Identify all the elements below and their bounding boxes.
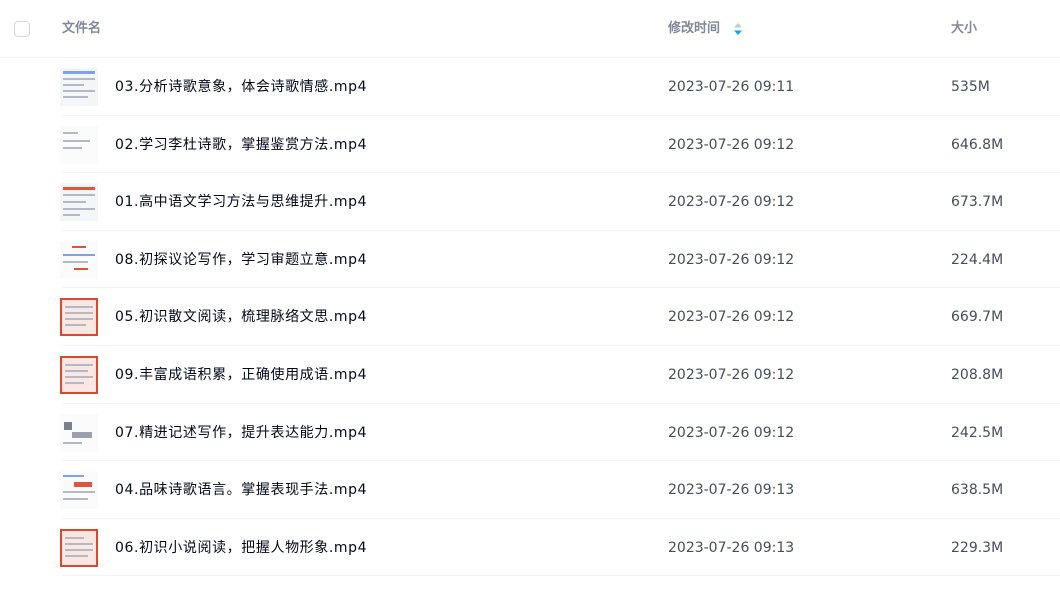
select-all-checkbox[interactable] — [14, 21, 30, 37]
video-thumbnail — [60, 355, 98, 394]
video-thumbnail — [60, 68, 98, 106]
file-modified-time: 2023-07-26 09:12 — [668, 424, 795, 441]
file-modified-time: 2023-07-26 09:12 — [668, 251, 795, 268]
file-row[interactable]: 07.精进记述写作，提升表达能力.mp4 2023-07-26 09:12 24… — [0, 404, 1060, 462]
file-list: 03.分析诗歌意象，体会诗歌情感.mp4 2023-07-26 09:11 53… — [0, 58, 1060, 576]
sort-toggle-icon[interactable] — [733, 22, 743, 36]
file-modified-time: 2023-07-26 09:12 — [668, 309, 795, 326]
column-header-modified-time[interactable]: 修改时间 — [668, 20, 720, 38]
file-name[interactable]: 05.初识散文阅读，梳理脉络文思.mp4 — [115, 308, 367, 326]
file-size: 229.3M — [951, 539, 1004, 556]
file-size: 673.7M — [951, 194, 1004, 211]
video-thumbnail — [60, 528, 98, 567]
video-thumbnail — [60, 183, 98, 222]
file-size: 242.5M — [951, 424, 1004, 441]
video-thumbnail — [60, 240, 98, 279]
file-name[interactable]: 01.高中语文学习方法与思维提升.mp4 — [115, 193, 367, 211]
file-row[interactable]: 06.初识小说阅读，把握人物形象.mp4 2023-07-26 09:13 22… — [0, 519, 1060, 577]
video-thumbnail — [60, 413, 98, 452]
video-thumbnail — [60, 471, 98, 510]
file-name[interactable]: 07.精进记述写作，提升表达能力.mp4 — [115, 424, 367, 442]
file-size: 208.8M — [951, 366, 1004, 383]
file-row[interactable]: 02.学习李杜诗歌，掌握鉴赏方法.mp4 2023-07-26 09:12 64… — [0, 116, 1060, 174]
file-modified-time: 2023-07-26 09:13 — [668, 539, 795, 556]
file-name[interactable]: 09.丰富成语积累，正确使用成语.mp4 — [115, 366, 367, 384]
file-name[interactable]: 08.初探议论写作，学习审题立意.mp4 — [115, 251, 367, 269]
column-header-size[interactable]: 大小 — [951, 20, 977, 38]
file-name[interactable]: 03.分析诗歌意象，体会诗歌情感.mp4 — [115, 78, 367, 96]
file-row[interactable]: 01.高中语文学习方法与思维提升.mp4 2023-07-26 09:12 67… — [0, 173, 1060, 231]
file-modified-time: 2023-07-26 09:11 — [668, 79, 795, 95]
file-row[interactable]: 09.丰富成语积累，正确使用成语.mp4 2023-07-26 09:12 20… — [0, 346, 1060, 404]
file-size: 646.8M — [951, 136, 1004, 153]
file-size: 669.7M — [951, 309, 1004, 326]
file-size: 535M — [951, 79, 990, 95]
file-row[interactable]: 04.品味诗歌语言。掌握表现手法.mp4 2023-07-26 09:13 63… — [0, 461, 1060, 519]
file-size: 638.5M — [951, 482, 1004, 499]
file-name[interactable]: 02.学习李杜诗歌，掌握鉴赏方法.mp4 — [115, 136, 367, 154]
file-name[interactable]: 06.初识小说阅读，把握人物形象.mp4 — [115, 539, 367, 557]
file-row[interactable]: 03.分析诗歌意象，体会诗歌情感.mp4 2023-07-26 09:11 53… — [0, 58, 1060, 116]
file-modified-time: 2023-07-26 09:12 — [668, 136, 795, 153]
video-thumbnail — [60, 298, 98, 337]
column-header-filename[interactable]: 文件名 — [62, 20, 101, 38]
file-modified-time: 2023-07-26 09:12 — [668, 366, 795, 383]
file-list-header: 文件名 修改时间 大小 — [0, 0, 1060, 58]
file-modified-time: 2023-07-26 09:12 — [668, 194, 795, 211]
file-size: 224.4M — [951, 251, 1004, 268]
file-name[interactable]: 04.品味诗歌语言。掌握表现手法.mp4 — [115, 481, 367, 499]
video-thumbnail — [60, 125, 98, 164]
file-row[interactable]: 08.初探议论写作，学习审题立意.mp4 2023-07-26 09:12 22… — [0, 231, 1060, 289]
file-modified-time: 2023-07-26 09:13 — [668, 482, 795, 499]
file-row[interactable]: 05.初识散文阅读，梳理脉络文思.mp4 2023-07-26 09:12 66… — [0, 288, 1060, 346]
